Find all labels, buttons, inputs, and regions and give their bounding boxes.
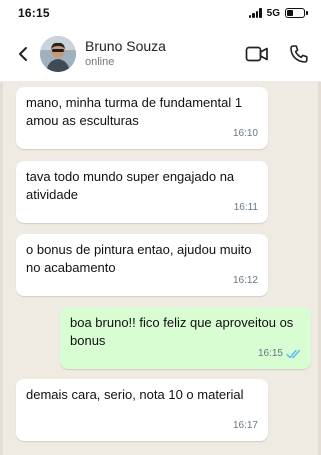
message-list[interactable]: mano, minha turma de fundamental 1 amou … <box>0 82 321 455</box>
avatar[interactable] <box>40 35 76 72</box>
status-bar: 16:15 5G <box>0 0 321 26</box>
message-bubble-incoming[interactable]: mano, minha turma de fundamental 1 amou … <box>16 87 268 149</box>
contact-info[interactable]: Bruno Souza online <box>85 38 245 70</box>
avatar-image <box>40 35 76 72</box>
message-text: mano, minha turma de fundamental 1 amou … <box>26 95 243 128</box>
battery-level <box>287 10 294 16</box>
message-time-text: 16:10 <box>232 128 258 139</box>
message-bubble-incoming[interactable]: tava todo mundo super engajado na ativid… <box>16 161 268 223</box>
message-time-text: 16:17 <box>232 420 258 431</box>
status-indicators: 5G <box>248 7 308 19</box>
contact-name: Bruno Souza <box>85 37 166 54</box>
message-time: 16:17 <box>233 417 258 435</box>
message-time-text: 16:11 <box>233 202 258 213</box>
message-time-text: 16:15 <box>257 348 283 359</box>
message-text: o bonus de pintura entao, ajudou muito n… <box>26 242 252 275</box>
network-type: 5G <box>266 7 280 19</box>
message-bubble-incoming[interactable]: demais cara, serio, nota 10 o material 1… <box>16 379 268 441</box>
header-actions <box>245 44 309 64</box>
contact-status: online <box>85 55 115 68</box>
phone-icon[interactable] <box>289 44 309 64</box>
video-call-icon[interactable] <box>245 45 269 63</box>
signal-icon <box>248 8 262 18</box>
message-bubble-outgoing[interactable]: boa bruno!! fico feliz que aproveitou os… <box>60 307 311 369</box>
message-bubble-incoming[interactable]: o bonus de pintura entao, ajudou muito n… <box>16 234 268 296</box>
message-time: 16:12 <box>233 272 258 290</box>
double-check-icon <box>286 349 301 359</box>
message-text: demais cara, serio, nota 10 o material <box>26 387 244 402</box>
message-time: 16:10 <box>233 125 258 143</box>
message-text: tava todo mundo super engajado na ativid… <box>26 169 235 202</box>
chat-header: Bruno Souza online <box>0 26 321 82</box>
chevron-left-icon <box>19 46 27 61</box>
message-time-text: 16:12 <box>232 275 258 286</box>
battery-icon <box>285 8 308 18</box>
message-time: 16:11 <box>234 199 258 217</box>
back-button[interactable] <box>6 46 40 62</box>
message-time: 16:15 <box>258 345 301 363</box>
status-time: 16:15 <box>18 6 50 20</box>
